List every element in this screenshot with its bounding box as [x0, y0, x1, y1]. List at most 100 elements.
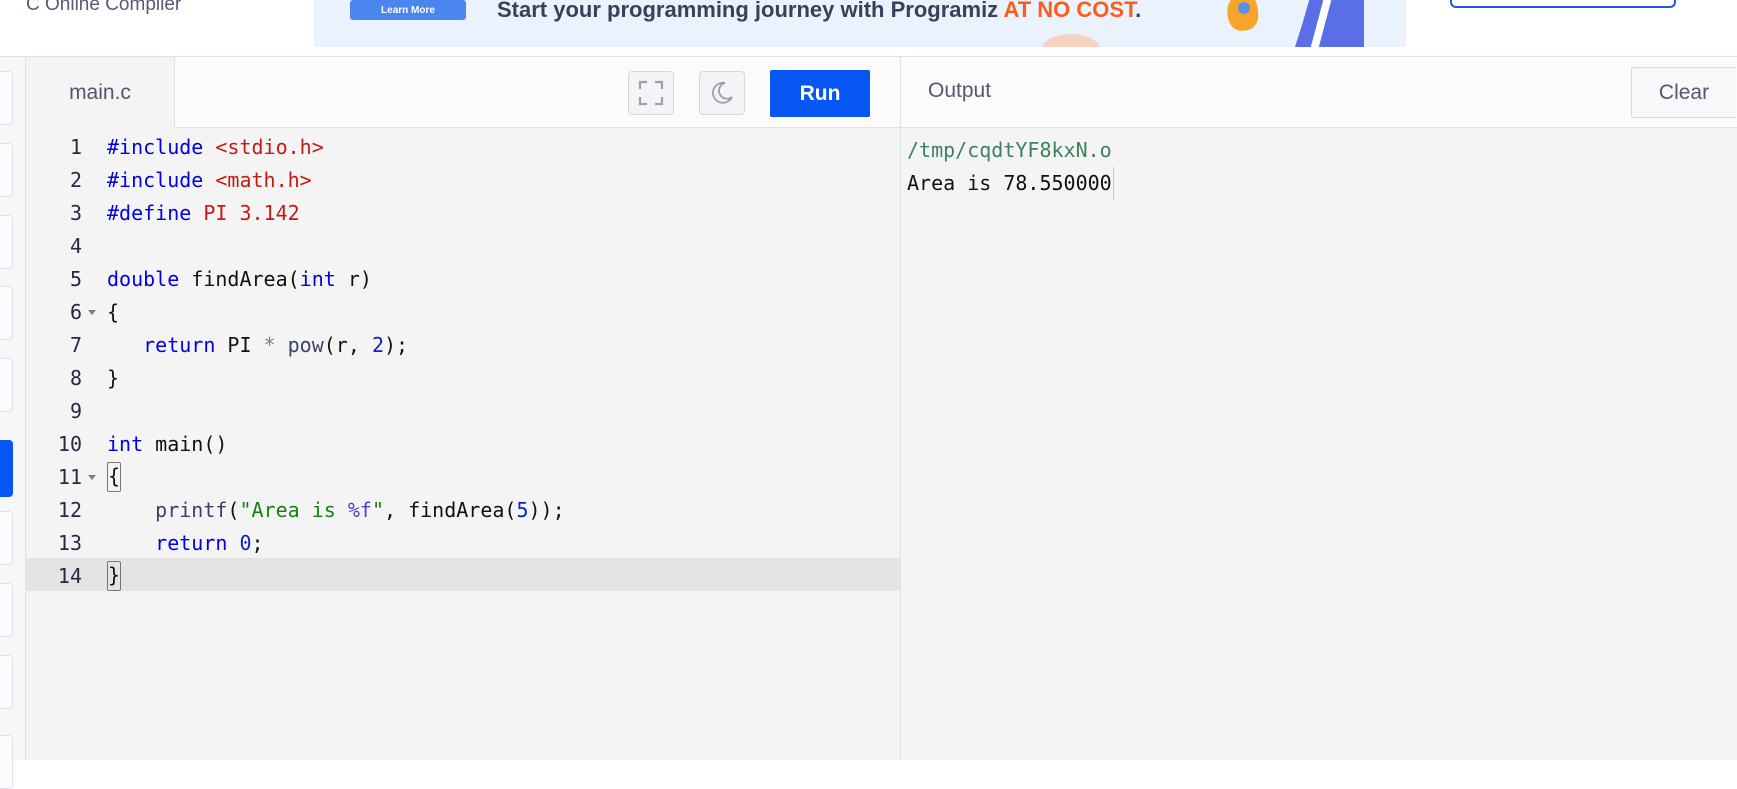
- fullscreen-icon: [638, 80, 664, 106]
- line-number: 1: [69, 135, 82, 159]
- code-text: return 0;: [107, 531, 264, 555]
- code-text: {: [107, 300, 119, 324]
- ad-illustration: [1227, 0, 1364, 47]
- fold-toggle-icon[interactable]: [88, 310, 96, 315]
- output-title: Output: [928, 79, 992, 102]
- line-number: 7: [69, 333, 82, 357]
- code-line[interactable]: 1 #include <stdio.h>: [26, 129, 900, 162]
- code-text: }: [107, 366, 119, 390]
- output-line-path: /tmp/cqdtYF8kxN.o: [907, 138, 1112, 162]
- line-number: 12: [57, 498, 82, 522]
- code-token: );: [383, 333, 409, 357]
- editor-toolbar: main.c Run: [26, 57, 900, 128]
- code-text: int main(): [107, 432, 227, 456]
- output-line-result: Area is 78.550000: [907, 167, 1114, 200]
- code-token: ;: [251, 531, 264, 555]
- sidebar-item[interactable]: [0, 358, 13, 412]
- code-line[interactable]: 8}: [26, 360, 900, 393]
- line-number: 11: [57, 465, 82, 489]
- sidebar-item[interactable]: [0, 655, 13, 709]
- code-token: pow: [287, 333, 324, 357]
- line-number: 10: [57, 432, 82, 456]
- code-token: <stdio.h>: [215, 135, 324, 159]
- code-token: return: [155, 531, 228, 555]
- code-token: }: [107, 366, 120, 390]
- ad-learn-more-button[interactable]: Learn More: [350, 0, 466, 20]
- theme-toggle-button[interactable]: [699, 71, 745, 115]
- code-line[interactable]: 3 #define PI 3.142: [26, 195, 900, 228]
- code-line[interactable]: 10 int main(): [26, 426, 900, 459]
- code-line[interactable]: 2 #include <math.h>: [26, 162, 900, 195]
- code-line[interactable]: 9: [26, 393, 900, 426]
- code-token: 0: [239, 531, 252, 555]
- code-token: int: [107, 432, 144, 456]
- output-console[interactable]: /tmp/cqdtYF8kxN.o Area is 78.550000: [907, 134, 1114, 200]
- moon-icon: [712, 81, 733, 104]
- line-number: 13: [57, 531, 82, 555]
- code-token: (: [227, 498, 240, 522]
- code-token: return: [143, 333, 216, 357]
- code-token: ));: [528, 498, 565, 522]
- code-line[interactable]: 11 {: [26, 459, 900, 492]
- sidebar-item-c-active[interactable]: [0, 440, 13, 497]
- line-number: 8: [69, 366, 82, 390]
- code-line[interactable]: 14}: [26, 558, 900, 591]
- header-action-button[interactable]: [1450, 0, 1676, 8]
- code-line[interactable]: 12 printf("Area is %f", findArea(5));: [26, 492, 900, 525]
- code-token: {: [107, 300, 120, 324]
- sidebar-item[interactable]: [0, 735, 13, 789]
- site-title: C Online Compiler: [26, 0, 182, 15]
- code-token: PI: [215, 333, 264, 357]
- line-number: 6: [69, 300, 82, 324]
- code-token: #include: [107, 135, 216, 159]
- code-token: #define: [107, 201, 204, 225]
- ad-decoration: [1042, 34, 1100, 47]
- ad-banner[interactable]: Learn More Start your programming journe…: [314, 0, 1406, 47]
- line-number: 2: [69, 168, 82, 192]
- line-number: 14: [57, 564, 82, 588]
- code-line[interactable]: 13 return 0;: [26, 525, 900, 558]
- ad-text-suffix: .: [1135, 0, 1142, 22]
- code-token: double: [107, 267, 180, 291]
- sidebar-item[interactable]: [0, 511, 13, 565]
- code-text: {: [107, 462, 122, 492]
- code-token: <math.h>: [215, 168, 312, 192]
- code-text: printf("Area is %f", findArea(5));: [107, 498, 565, 522]
- code-token: 5: [516, 498, 529, 522]
- code-line[interactable]: 5 double findArea(int r): [26, 261, 900, 294]
- output-toolbar: Output Clear: [901, 57, 1737, 128]
- top-header: C Online Compiler Learn More Start your …: [0, 0, 1737, 57]
- code-token: printf: [155, 498, 228, 522]
- bracket-match-highlight: }: [107, 561, 122, 591]
- clear-button[interactable]: Clear: [1631, 67, 1736, 118]
- sidebar-item[interactable]: [0, 215, 13, 269]
- code-text: #include <stdio.h>: [107, 135, 324, 159]
- code-editor[interactable]: 1 #include <stdio.h> 2 #include <math.h> 3 #d…: [26, 128, 900, 760]
- bracket-match-highlight: {: [107, 462, 122, 492]
- file-tab-main-c[interactable]: main.c: [26, 57, 175, 128]
- code-token: "Area is: [239, 498, 348, 522]
- code-token: PI 3.142: [203, 201, 300, 225]
- code-text: }: [107, 561, 122, 591]
- code-line[interactable]: 6{: [26, 294, 900, 327]
- fold-toggle-icon[interactable]: [88, 475, 96, 480]
- sidebar-item[interactable]: [0, 143, 13, 197]
- code-token: r): [335, 267, 372, 291]
- code-token: main(): [143, 432, 228, 456]
- code-line[interactable]: 7 return PI * pow(r, 2);: [26, 327, 900, 360]
- code-token: ": [371, 498, 384, 522]
- code-line[interactable]: 4: [26, 228, 900, 261]
- sidebar-item[interactable]: [0, 286, 13, 340]
- line-number: 3: [69, 201, 82, 225]
- sidebar-item[interactable]: [0, 71, 13, 125]
- sidebar-item[interactable]: [0, 583, 13, 637]
- fullscreen-button[interactable]: [628, 71, 674, 115]
- code-token: int: [299, 267, 336, 291]
- code-token: *: [263, 333, 276, 357]
- run-button[interactable]: Run: [770, 70, 870, 117]
- code-token: 2: [371, 333, 384, 357]
- code-token: %f: [347, 498, 372, 522]
